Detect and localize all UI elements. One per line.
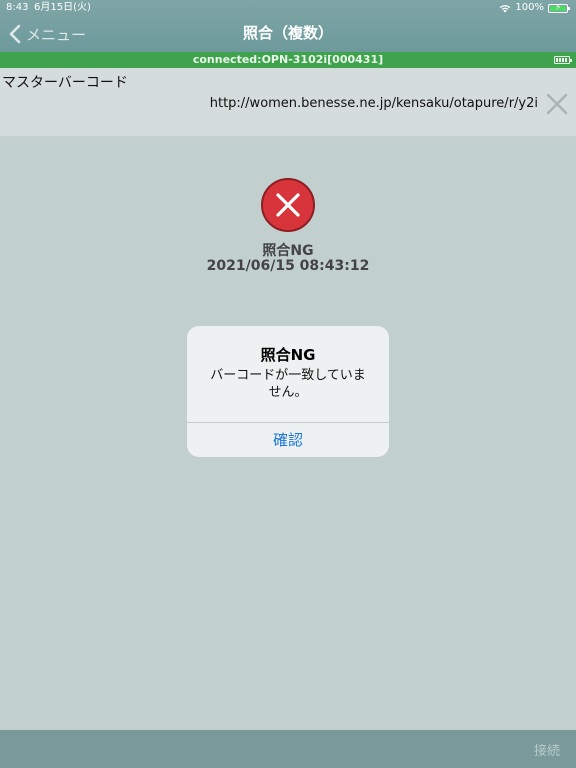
bottom-toolbar: 接続	[0, 730, 576, 768]
result-timestamp: 2021/06/15 08:43:12	[206, 258, 370, 274]
confirm-button[interactable]: 確認	[187, 423, 389, 457]
status-time: 8:43	[6, 2, 29, 13]
battery-icon: ⚡	[548, 3, 570, 13]
device-battery-icon	[554, 56, 572, 64]
top-bar: 8:43 6月15日(火) 100% ⚡ 照合（複数） メニュー	[0, 0, 576, 52]
status-bar: 8:43 6月15日(火) 100% ⚡	[0, 0, 576, 16]
chevron-left-icon	[9, 24, 21, 44]
navigation-bar: 照合（複数） メニュー	[0, 16, 576, 52]
connection-status-text: connected:OPN-3102i[000431]	[192, 53, 384, 66]
error-icon	[261, 178, 315, 232]
wifi-icon	[500, 5, 511, 13]
master-barcode-value: http://women.benesse.ne.jp/kensaku/otapu…	[209, 96, 538, 111]
alert-message: バーコードが一致していません。	[210, 368, 366, 400]
connect-button[interactable]: 接続	[534, 740, 560, 759]
master-barcode-label: マスターバーコード	[2, 75, 128, 91]
result-status: 照合NG	[262, 243, 314, 259]
clear-icon[interactable]	[545, 92, 569, 116]
master-barcode-section: マスターバーコード http://women.benesse.ne.jp/ken…	[0, 68, 576, 136]
connection-status-bar: connected:OPN-3102i[000431]	[0, 52, 576, 68]
status-indicators: 100% ⚡	[499, 0, 570, 16]
status-date: 6月15日(火)	[34, 2, 91, 13]
page-title: 照合（複数）	[242, 24, 333, 42]
alert-title: 照合NG	[260, 346, 316, 364]
battery-percent: 100%	[515, 2, 544, 13]
alert-dialog: 照合NG バーコードが一致していません。 確認	[187, 326, 389, 457]
back-button-label: メニュー	[26, 25, 87, 44]
back-button[interactable]: メニュー	[8, 22, 86, 46]
